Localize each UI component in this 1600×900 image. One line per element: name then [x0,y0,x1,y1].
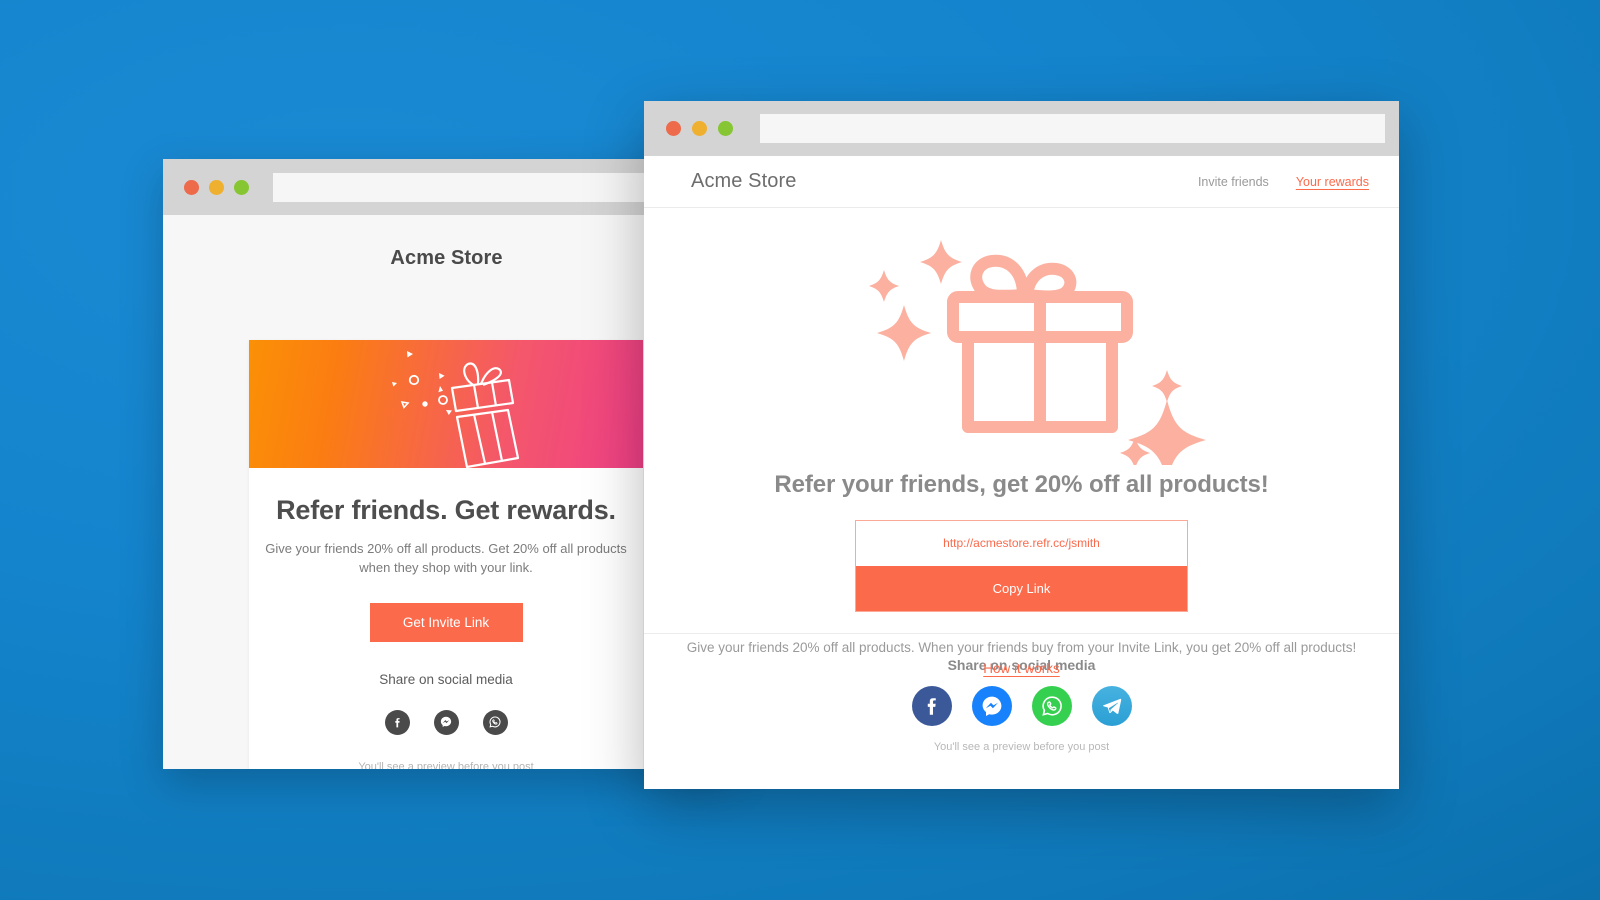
hero-illustration-wrap [644,208,1399,465]
address-bar[interactable] [760,114,1385,143]
whatsapp-icon [1041,696,1062,716]
gift-confetti-banner [249,340,643,468]
close-button-icon[interactable] [184,179,199,195]
gift-sparkles-illustration [868,240,1206,465]
window-titlebar [644,101,1399,156]
zoom-button-icon[interactable] [234,179,249,195]
main-headline: Refer your friends, get 20% off all prod… [774,471,1269,498]
messenger-icon [440,716,452,728]
close-button-icon[interactable] [666,121,681,136]
share-buttons [249,709,643,735]
messenger-share-button[interactable] [971,686,1012,726]
preview-footnote: You'll see a preview before you post [933,741,1110,753]
whatsapp-share-button[interactable] [482,709,508,735]
minimize-button-icon[interactable] [692,121,707,136]
card-headline: Refer friends. Get rewards. [276,495,616,525]
invite-link-box: http://acmestore.refr.cc/jsmith Copy Lin… [855,520,1188,612]
traffic-light-buttons [666,121,744,136]
messenger-icon [982,696,1001,716]
preview-footnote: You'll see a preview before you post [358,760,534,769]
nav-invite-friends[interactable]: Invite friends [1198,175,1269,189]
facebook-icon [394,717,400,728]
minimize-button-icon[interactable] [209,179,224,195]
get-invite-link-button[interactable]: Get Invite Link [369,602,523,642]
card-subtext: Give your friends 20% off all products. … [265,541,627,575]
main-content: Refer your friends, get 20% off all prod… [644,208,1399,676]
telegram-share-button[interactable] [1091,686,1132,726]
site-nav: Invite friends Your rewards [1198,175,1369,189]
facebook-icon [927,698,936,715]
zoom-button-icon[interactable] [718,121,733,136]
whatsapp-icon [489,716,501,728]
main-description: Give your friends 20% off all products. … [686,640,1357,655]
traffic-light-buttons [184,179,259,195]
referral-card: Refer friends. Get rewards. Give your fr… [249,340,643,769]
facebook-share-button[interactable] [911,686,952,726]
gift-confetti-illustration [392,351,520,468]
site-brand: Acme Store [691,170,797,192]
share-label: Share on social media [379,671,513,687]
telegram-icon [1102,698,1121,714]
copy-link-button[interactable]: Copy Link [856,566,1187,611]
site-header: Acme Store Invite friends Your rewards [644,156,1399,208]
facebook-share-button[interactable] [384,709,410,735]
how-it-works-link[interactable]: How it works [644,661,1399,676]
footer-share-buttons [644,686,1399,726]
invite-link-value[interactable]: http://acmestore.refr.cc/jsmith [856,521,1187,566]
whatsapp-share-button[interactable] [1031,686,1072,726]
foreground-browser-window[interactable]: Acme Store Invite friends Your rewards R… [644,101,1399,789]
nav-your-rewards[interactable]: Your rewards [1296,175,1369,189]
messenger-share-button[interactable] [433,709,459,735]
